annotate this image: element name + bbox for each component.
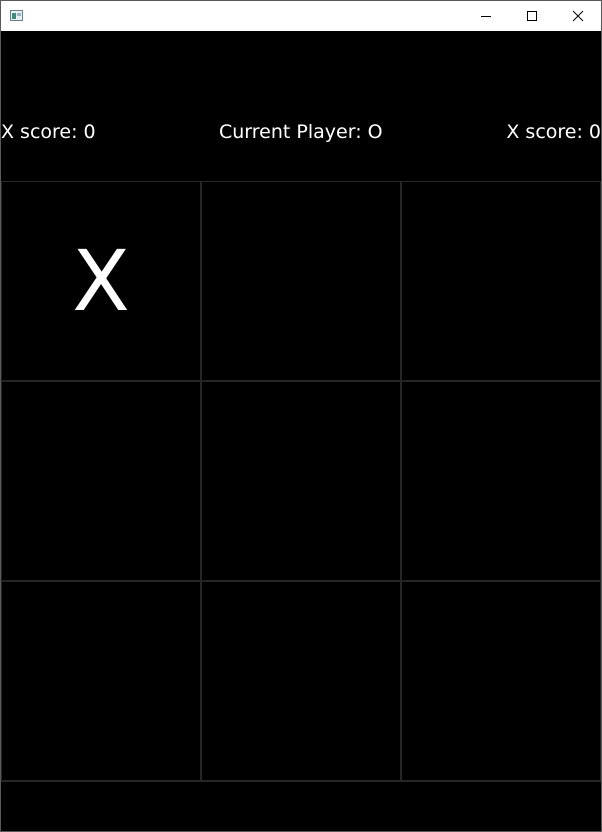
app-window: X score: 0 Current Player: O X score: 0 … [0, 0, 602, 832]
board-cell-2-3[interactable] [401, 381, 601, 581]
board-cell-2-1[interactable] [1, 381, 201, 581]
minimize-icon [481, 16, 491, 17]
maximize-icon [527, 11, 537, 21]
game-area: X score: 0 Current Player: O X score: 0 … [1, 31, 601, 831]
board-cell-1-1[interactable]: X [1, 181, 201, 381]
maximize-button[interactable] [509, 1, 555, 31]
board-cell-3-2[interactable] [201, 581, 401, 781]
scoreboard: X score: 0 Current Player: O X score: 0 [1, 119, 601, 145]
board-cell-1-3[interactable] [401, 181, 601, 381]
board-cell-3-3[interactable] [401, 581, 601, 781]
app-icon [10, 10, 23, 21]
current-player-label: Current Player: O [219, 121, 383, 143]
minimize-button[interactable] [463, 1, 509, 31]
title-bar[interactable] [1, 1, 601, 31]
close-icon [572, 10, 584, 22]
x-score-right: X score: 0 [506, 121, 601, 143]
board-cell-3-1[interactable] [1, 581, 201, 781]
x-score-left: X score: 0 [1, 121, 96, 143]
bottom-divider [1, 781, 601, 782]
close-button[interactable] [555, 1, 601, 31]
game-board: X [1, 181, 601, 781]
board-cell-1-2[interactable] [201, 181, 401, 381]
board-cell-2-2[interactable] [201, 381, 401, 581]
